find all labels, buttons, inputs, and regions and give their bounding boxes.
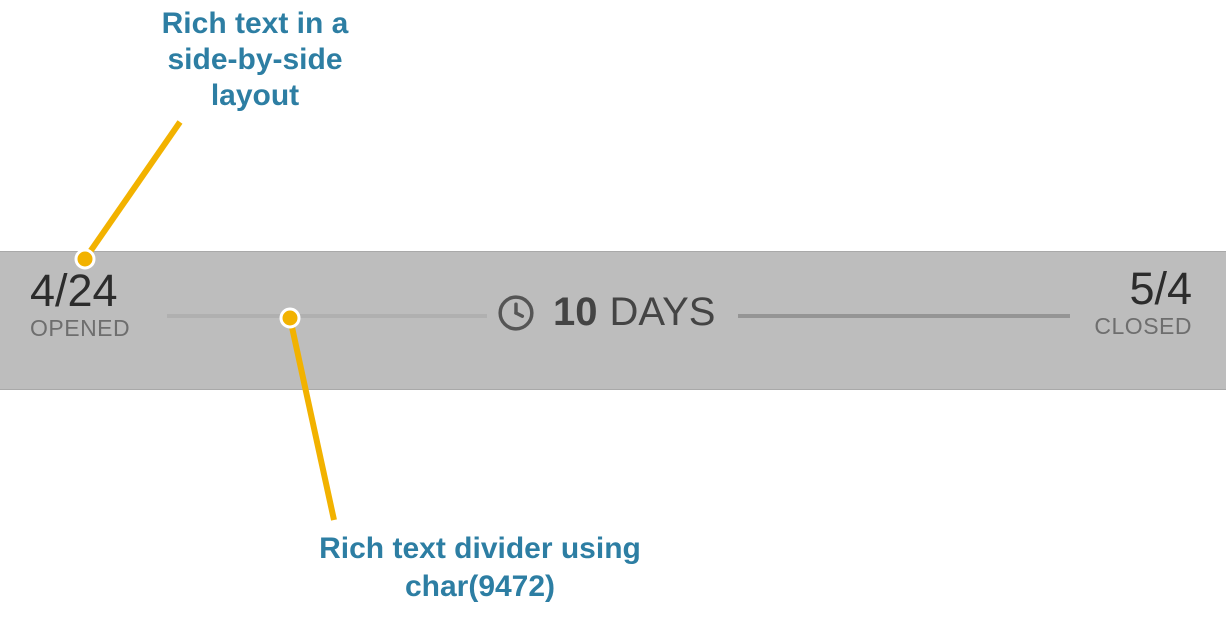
divider-right [738, 314, 1070, 318]
duration-unit: DAYS [610, 290, 716, 335]
divider-left [167, 314, 487, 318]
clock-icon [497, 294, 535, 332]
annotation-top: Rich text in a side-by-side layout [125, 6, 385, 114]
timeline-bar: 10 DAYS 5/4 CLOSED [0, 251, 1226, 390]
duration-group: 10 DAYS [497, 290, 715, 335]
leader-top [85, 122, 180, 259]
duration-count: 10 [553, 290, 598, 335]
opened-date: 4/24 [30, 268, 130, 313]
annotation-bottom: Rich text divider using char(9472) [310, 530, 650, 605]
opened-block: 4/24 OPENED [30, 268, 130, 342]
closed-block: 5/4 CLOSED [1094, 266, 1192, 340]
closed-date: 5/4 [1094, 266, 1192, 311]
opened-label: OPENED [30, 315, 130, 342]
closed-label: CLOSED [1094, 313, 1192, 340]
